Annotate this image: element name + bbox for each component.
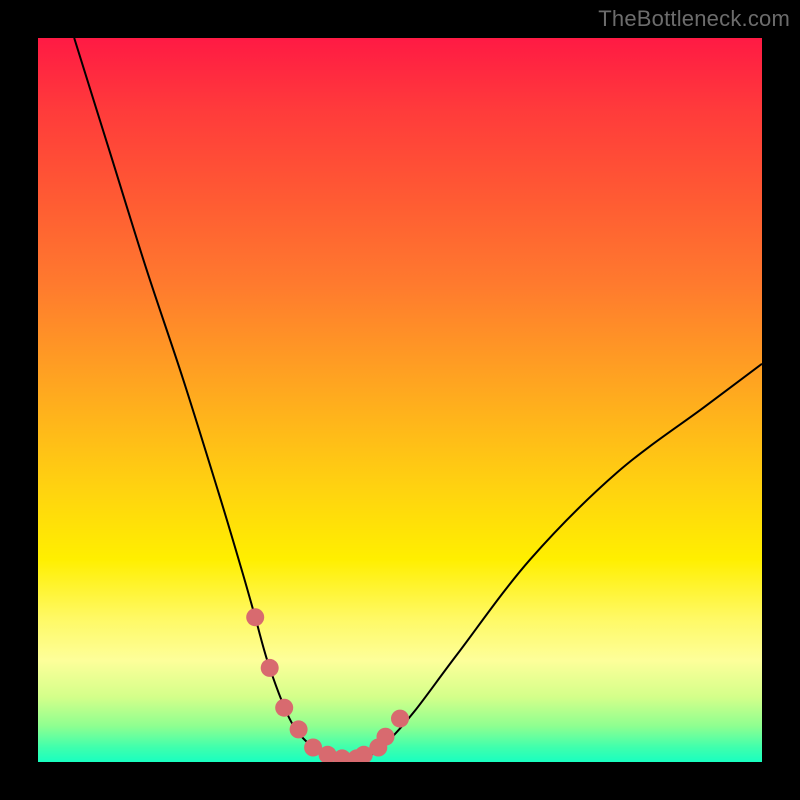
watermark-text: TheBottleneck.com [598, 6, 790, 32]
critical-marker [377, 728, 395, 746]
bottleneck-curve [74, 38, 762, 759]
critical-marker [391, 710, 409, 728]
critical-marker [275, 699, 293, 717]
chart-frame: TheBottleneck.com [0, 0, 800, 800]
critical-marker [246, 608, 264, 626]
critical-markers [246, 608, 409, 762]
critical-marker [261, 659, 279, 677]
plot-area [38, 38, 762, 762]
critical-marker [290, 720, 308, 738]
chart-svg [38, 38, 762, 762]
